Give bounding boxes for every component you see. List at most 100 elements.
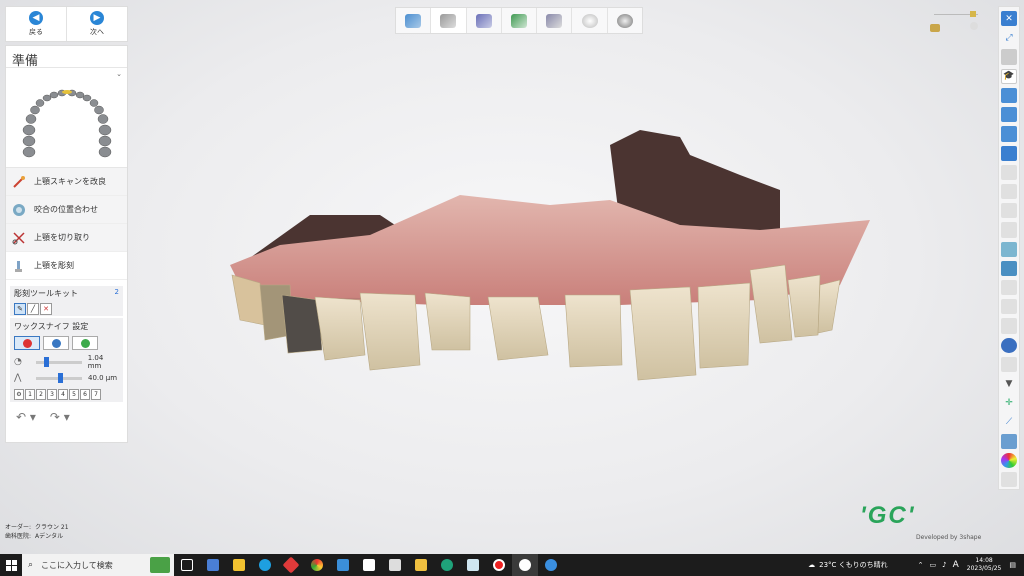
chrome-icon	[311, 559, 323, 571]
transparency-slider[interactable]	[928, 8, 983, 36]
delete-tool-icon[interactable]: ✕	[40, 303, 52, 315]
tab-prepare[interactable]	[396, 8, 432, 33]
sculpt-toolkit: 彫刻ツールキット 2 ✎ ╱ ✕	[10, 286, 123, 316]
layers-icon[interactable]	[1001, 107, 1017, 123]
smooth-material-button[interactable]	[72, 336, 98, 350]
taskbar-app-record[interactable]	[486, 554, 512, 576]
preset-2[interactable]: 2	[36, 389, 46, 400]
size-value: 1.04 mm	[87, 354, 104, 370]
back-arrow-icon: ◀	[29, 11, 43, 25]
wax-knife-icon[interactable]: ✎	[14, 303, 26, 315]
preset-7[interactable]: 7	[91, 389, 101, 400]
taskbar-app-edge[interactable]	[434, 554, 460, 576]
preset-icon[interactable]: ⚙	[14, 389, 24, 400]
tab-sculpt[interactable]	[431, 8, 467, 33]
sculpt-icon	[12, 259, 26, 273]
taskbar-app-chrome[interactable]	[304, 554, 330, 576]
measure-icon[interactable]: ⟋	[1001, 414, 1017, 429]
windows-start-button[interactable]	[0, 554, 22, 576]
tab-margin[interactable]	[467, 8, 502, 33]
next-label: 次へ	[90, 28, 104, 36]
margin-icon	[475, 13, 492, 28]
tooth-arch-diagram[interactable]	[6, 68, 127, 168]
taskbar-app-skype[interactable]	[252, 554, 278, 576]
redo-icon[interactable]: ↷ ▾	[50, 410, 70, 424]
ime-indicator[interactable]: A	[953, 560, 959, 570]
preset-6[interactable]: 6	[80, 389, 90, 400]
preset-5[interactable]: 5	[69, 389, 79, 400]
app-icon	[389, 559, 401, 571]
smooth-tool-icon[interactable]: ╱	[27, 303, 39, 315]
weather-text[interactable]: 23°C くもりのち晴れ	[819, 560, 888, 570]
notification-icon[interactable]: ▤	[1009, 561, 1016, 569]
disabled-tool-icon-3	[1001, 222, 1017, 238]
axis-icon[interactable]: ✛	[1001, 395, 1017, 410]
clock[interactable]: 14:08 2023/05/25	[967, 557, 1002, 573]
undo-icon[interactable]: ↶ ▾	[16, 410, 36, 424]
tab-design[interactable]	[537, 8, 573, 33]
tab-crown[interactable]	[572, 8, 608, 33]
scan-view-icon[interactable]	[1001, 260, 1017, 276]
globe-icon[interactable]	[1001, 337, 1017, 353]
folder-icon	[415, 559, 427, 571]
size-slider[interactable]	[35, 356, 82, 367]
taskbar-app-mail[interactable]	[330, 554, 356, 576]
remove-material-button[interactable]	[43, 336, 69, 350]
dental-scan-model[interactable]	[220, 125, 880, 390]
tab-insertion[interactable]	[502, 8, 538, 33]
drop-icon	[80, 338, 90, 348]
volume-icon[interactable]: ♪	[942, 561, 946, 569]
save-view-icon[interactable]	[1001, 145, 1017, 161]
fullscreen-icon[interactable]: ⤢	[1001, 30, 1017, 45]
taskbar-app-dental[interactable]	[512, 554, 538, 576]
next-button[interactable]: ▶ 次へ	[67, 7, 127, 41]
taskbar-app-1[interactable]	[200, 554, 226, 576]
preset-4[interactable]: 4	[58, 389, 68, 400]
disabled-tool-icon-7	[1001, 356, 1017, 372]
taskbar-app-3[interactable]	[278, 554, 304, 576]
zoom-icon	[1001, 203, 1017, 219]
amount-slider[interactable]	[36, 372, 82, 383]
search-placeholder: ここに入力して検索	[41, 560, 113, 570]
task-view-button[interactable]	[174, 554, 200, 576]
step-refine-scan[interactable]: 上顎スキャンを改良	[6, 168, 127, 196]
dentist-value: Aデンタル	[35, 533, 64, 540]
step-trim-upper[interactable]: 上顎を切り取り	[6, 224, 127, 252]
taskbar-app-5[interactable]	[460, 554, 486, 576]
app-icon	[545, 559, 557, 571]
disabled-tool-icon-5	[1001, 299, 1017, 315]
model-view-icon[interactable]	[1001, 433, 1017, 449]
taskbar-search[interactable]: ⌕ ここに入力して検索	[22, 554, 174, 576]
tray-chevron-icon[interactable]: ⌃	[918, 561, 924, 569]
order-value: クラウン 21	[35, 524, 69, 531]
preset-1[interactable]: 1	[25, 389, 35, 400]
close-panel-icon[interactable]: ✕	[1001, 11, 1017, 27]
prep-view-icon[interactable]	[1001, 241, 1017, 257]
taskbar-app-4[interactable]	[382, 554, 408, 576]
taskbar-app-6[interactable]	[538, 554, 564, 576]
wax-knife-settings: ワックスナイフ 設定 ◔ 1.04 mm ⋀ 40.0 µm ⚙ 1 2 3 4…	[10, 318, 123, 402]
size-icon: ◔	[14, 357, 22, 367]
slider-handle[interactable]	[970, 11, 976, 17]
step-sculpt-upper[interactable]: 上顎を彫刻	[6, 252, 127, 280]
disabled-tool-icon-4	[1001, 279, 1017, 296]
color-wheel-icon[interactable]	[1001, 452, 1017, 468]
network-icon[interactable]: ▭	[930, 561, 937, 569]
taskbar-app-calendar[interactable]	[356, 554, 382, 576]
copy-icon[interactable]	[1001, 87, 1017, 104]
taskbar-app-2[interactable]	[226, 554, 252, 576]
paste-icon[interactable]	[1001, 126, 1017, 142]
chevron-down-icon[interactable]: ▼	[1001, 376, 1017, 391]
disabled-tool-icon-1	[1001, 164, 1017, 180]
back-button[interactable]: ◀ 戻る	[6, 7, 67, 41]
tab-finish[interactable]	[608, 8, 642, 33]
graduation-cap-icon[interactable]: 🎓	[1001, 68, 1017, 84]
model-icon	[930, 24, 940, 32]
step-bite-alignment[interactable]: 咬合の位置合わせ	[6, 196, 127, 224]
taskbar-app-explorer[interactable]	[408, 554, 434, 576]
add-material-button[interactable]	[14, 336, 40, 350]
preset-3[interactable]: 3	[47, 389, 57, 400]
panel-title: 準備 ⌄	[6, 46, 127, 78]
rotate-view-icon[interactable]	[1001, 49, 1017, 65]
africa-map-icon	[150, 557, 170, 573]
